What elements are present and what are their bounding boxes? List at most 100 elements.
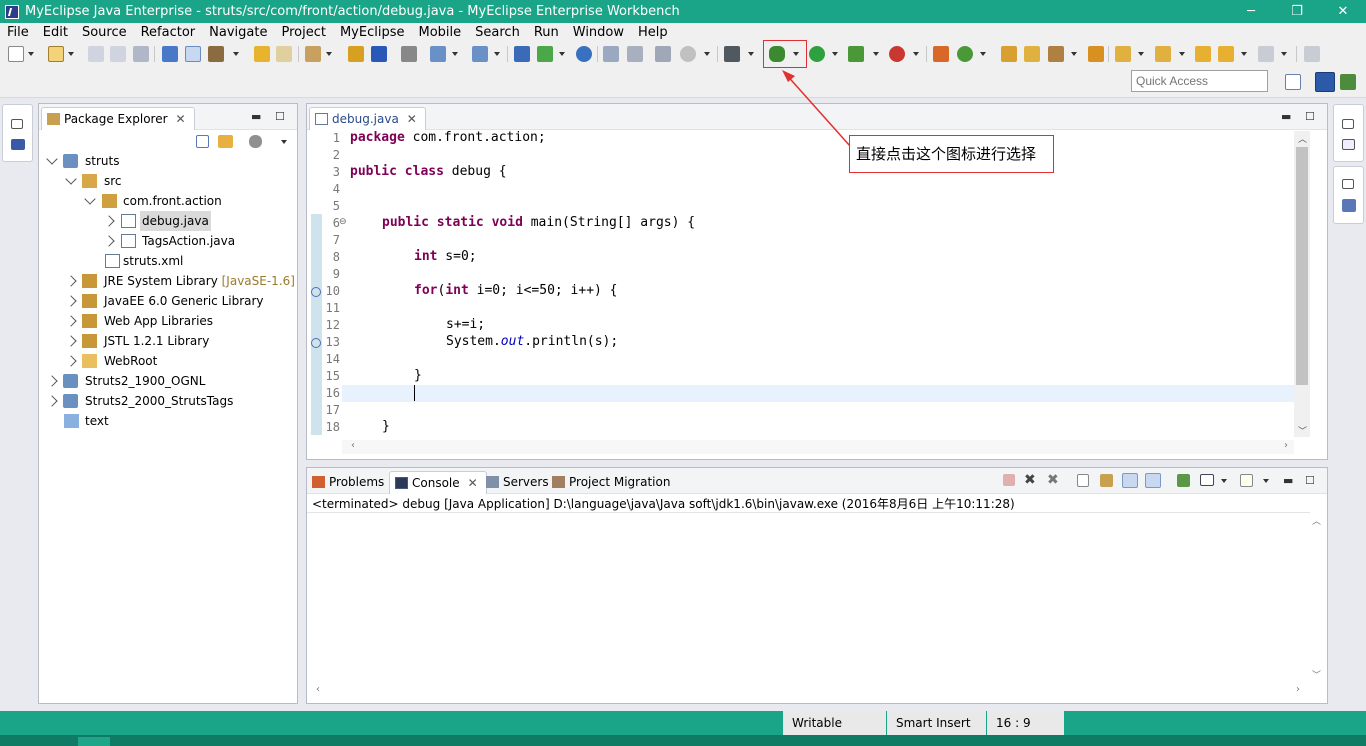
- screenshot-icon[interactable]: [724, 46, 740, 62]
- word-wrap-icon[interactable]: [1122, 473, 1138, 488]
- editor-horizontal-scrollbar[interactable]: [342, 440, 1294, 454]
- restore-icon[interactable]: [11, 119, 23, 129]
- external-tools-dropdown-icon[interactable]: [913, 52, 919, 56]
- save-all-icon[interactable]: [110, 46, 126, 62]
- forward-icon[interactable]: [1258, 46, 1274, 62]
- scroll-down-icon[interactable]: ﹀: [1298, 424, 1307, 437]
- settings-dropdown-icon[interactable]: [704, 52, 710, 56]
- tab-servers[interactable]: Servers: [481, 471, 557, 494]
- new-java-dropdown-icon[interactable]: [980, 52, 986, 56]
- back-dropdown-icon[interactable]: [1241, 52, 1247, 56]
- maximize-view-icon[interactable]: ☐: [275, 110, 285, 123]
- maximize-view-icon[interactable]: ☐: [1305, 474, 1315, 487]
- clear-console-icon[interactable]: [1077, 474, 1089, 487]
- menu-edit[interactable]: Edit: [36, 23, 75, 43]
- quick-access-input[interactable]: [1131, 70, 1268, 92]
- next-annotation-icon[interactable]: [1115, 46, 1131, 62]
- fold-collapse-icon[interactable]: ⊖: [339, 217, 347, 227]
- scroll-left-icon[interactable]: ‹: [316, 684, 320, 695]
- java-perspective-icon[interactable]: [1315, 72, 1335, 92]
- pin-console-icon[interactable]: [1177, 474, 1190, 487]
- restore-icon[interactable]: [1342, 179, 1354, 189]
- hammer-icon[interactable]: [208, 46, 224, 62]
- open-folder-icon[interactable]: [1001, 46, 1017, 62]
- new-icon[interactable]: [8, 46, 24, 62]
- save-icon[interactable]: [88, 46, 104, 62]
- new-project-dropdown-icon[interactable]: [68, 52, 74, 56]
- minimize-view-icon[interactable]: ▬: [1281, 110, 1291, 123]
- external-tools-icon[interactable]: [889, 46, 905, 62]
- scroll-up-icon[interactable]: ︿: [1298, 132, 1307, 145]
- maximize-view-icon[interactable]: ☐: [1305, 110, 1315, 123]
- terminate-icon[interactable]: [1003, 474, 1015, 486]
- display-console-dropdown-icon[interactable]: [1221, 479, 1227, 483]
- menu-search[interactable]: Search: [468, 23, 527, 43]
- search-web-dropdown-icon[interactable]: [494, 52, 500, 56]
- minimize-button[interactable]: ─: [1228, 0, 1274, 23]
- print-icon[interactable]: [133, 46, 149, 62]
- menu-run[interactable]: Run: [527, 23, 566, 43]
- new-java-icon[interactable]: [957, 46, 973, 62]
- menu-project[interactable]: Project: [274, 23, 332, 43]
- minimize-view-icon[interactable]: ▬: [251, 110, 261, 123]
- jar-icon[interactable]: [401, 46, 417, 62]
- task-icon[interactable]: [1048, 46, 1064, 62]
- outline-view-icon[interactable]: [1342, 139, 1355, 150]
- scroll-right-icon[interactable]: ›: [1284, 440, 1288, 451]
- undo-icon[interactable]: [254, 46, 270, 62]
- tab-package-explorer[interactable]: Package Explorer ✕: [41, 107, 195, 130]
- last-edit-icon[interactable]: [1195, 46, 1211, 62]
- minimize-view-icon[interactable]: ▬: [1283, 474, 1293, 487]
- open-console-icon[interactable]: [1240, 474, 1253, 487]
- package-box-icon[interactable]: [348, 46, 364, 62]
- settings-icon[interactable]: [680, 46, 696, 62]
- run-config-icon[interactable]: [537, 46, 553, 62]
- minimized-view-icon[interactable]: [11, 139, 25, 150]
- remove-launch-icon[interactable]: ✖: [1024, 472, 1036, 488]
- redo-icon[interactable]: [276, 46, 292, 62]
- new-project-icon[interactable]: [48, 46, 64, 62]
- run-server-icon[interactable]: [514, 46, 530, 62]
- scroll-up-icon[interactable]: ︿: [1312, 514, 1321, 527]
- console-horizontal-scrollbar[interactable]: [307, 684, 1310, 698]
- restore-icon[interactable]: [1342, 119, 1354, 129]
- server-icon[interactable]: [371, 46, 387, 62]
- prev-annotation-icon[interactable]: [1155, 46, 1171, 62]
- open-type-icon[interactable]: [162, 46, 178, 62]
- scroll-left-icon[interactable]: ‹: [351, 440, 355, 451]
- coverage-dropdown-icon[interactable]: [873, 52, 879, 56]
- menu-refactor[interactable]: Refactor: [134, 23, 203, 43]
- screenshot-dropdown-icon[interactable]: [748, 52, 754, 56]
- open-file-icon[interactable]: [1024, 46, 1040, 62]
- close-icon[interactable]: ✕: [176, 112, 186, 126]
- tab-console[interactable]: Console ✕: [389, 471, 487, 494]
- scroll-right-icon[interactable]: ›: [1296, 684, 1300, 695]
- refresh-icon[interactable]: [627, 46, 643, 62]
- view-menu-dropdown-icon[interactable]: [281, 140, 287, 144]
- deploy-dropdown-icon[interactable]: [326, 52, 332, 56]
- open-console-dropdown-icon[interactable]: [1263, 479, 1269, 483]
- menu-source[interactable]: Source: [75, 23, 134, 43]
- tab-project-migration[interactable]: Project Migration: [547, 471, 678, 494]
- web-service-dropdown-icon[interactable]: [452, 52, 458, 56]
- pin-editor-icon[interactable]: [1304, 46, 1320, 62]
- menu-myeclipse[interactable]: MyEclipse: [333, 23, 412, 43]
- remove-all-terminated-icon[interactable]: ✖: [1047, 472, 1059, 488]
- close-icon[interactable]: ✕: [407, 112, 417, 126]
- debug-perspective-icon[interactable]: [1340, 74, 1356, 90]
- run-config-dropdown-icon[interactable]: [559, 52, 565, 56]
- run-dropdown-icon[interactable]: [832, 52, 838, 56]
- new-class-icon[interactable]: [933, 46, 949, 62]
- menu-file[interactable]: File: [0, 23, 36, 43]
- task-list-icon[interactable]: [1342, 199, 1356, 212]
- image-icon[interactable]: [655, 46, 671, 62]
- editor-vertical-scrollbar[interactable]: [1294, 131, 1310, 437]
- menu-help[interactable]: Help: [631, 23, 675, 43]
- task-dropdown-icon[interactable]: [1071, 52, 1077, 56]
- search-web-icon[interactable]: [472, 46, 488, 62]
- scrollbar-thumb[interactable]: [1296, 147, 1308, 385]
- navigate-icon[interactable]: [603, 46, 619, 62]
- collapse-all-icon[interactable]: [196, 135, 209, 148]
- build-dropdown-icon[interactable]: [233, 52, 239, 56]
- deploy-icon[interactable]: [305, 46, 321, 62]
